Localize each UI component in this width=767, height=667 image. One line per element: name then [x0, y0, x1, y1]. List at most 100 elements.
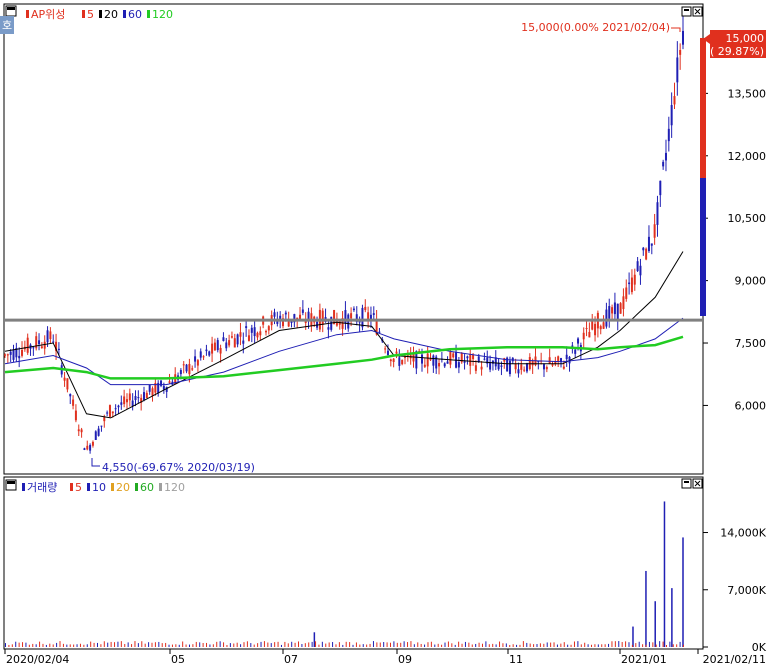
- candle-body: [21, 349, 24, 356]
- volume-bar-minor: [216, 641, 218, 647]
- volume-bar-minor: [298, 641, 300, 647]
- candle-body: [247, 335, 250, 341]
- volume-bar-minor: [100, 644, 102, 647]
- price-legend-ma-swatch: [99, 10, 102, 18]
- volume-bar-minor: [311, 641, 313, 647]
- volume-bar-minor: [621, 642, 623, 647]
- candle-body: [466, 356, 469, 359]
- candle-body: [528, 357, 531, 370]
- candle-body: [213, 342, 216, 351]
- volume-bar: [671, 588, 673, 647]
- candle-body: [12, 349, 15, 360]
- candle-body: [103, 417, 106, 422]
- volume-bar-minor: [372, 641, 374, 647]
- candle-body: [676, 57, 679, 83]
- candle-body: [469, 354, 472, 366]
- volume-bar-minor: [154, 642, 156, 647]
- volume-bar-minor: [645, 644, 647, 647]
- candle-body: [46, 330, 49, 343]
- candle-body: [636, 261, 639, 272]
- candle-body: [18, 355, 21, 359]
- current-price-bar-down: [700, 178, 706, 316]
- volume-bar-minor: [434, 644, 436, 647]
- candle-body: [667, 128, 670, 142]
- volume-bar-minor: [376, 642, 378, 647]
- candle-body: [395, 351, 398, 354]
- volume-bar-minor: [454, 644, 456, 647]
- price-tick-label: 7,500: [735, 337, 767, 350]
- candle-body: [432, 355, 435, 366]
- candle-body: [6, 354, 9, 356]
- candle-body: [664, 152, 667, 161]
- volume-bar-minor: [233, 643, 235, 647]
- maximize-button[interactable]: [681, 6, 692, 17]
- volume-bar-minor: [25, 642, 27, 647]
- candle-body: [585, 328, 588, 330]
- candle-body: [350, 313, 353, 319]
- volume-bar-minor: [284, 641, 286, 647]
- volume-bar-minor: [93, 642, 95, 647]
- candle-body: [656, 202, 659, 225]
- candle-body: [659, 180, 662, 196]
- volume-maximize-button[interactable]: [681, 478, 692, 489]
- candle-body: [97, 428, 100, 436]
- volume-bar-minor: [512, 644, 514, 647]
- volume-bar-minor: [236, 642, 238, 647]
- candle-body: [216, 340, 219, 351]
- volume-bar-minor: [301, 644, 303, 647]
- candle-body: [372, 313, 375, 315]
- volume-axis: 14,000K7,000K0K: [703, 527, 767, 654]
- volume-bar-minor: [369, 643, 371, 647]
- candle-body: [143, 392, 146, 400]
- volume-bar-minor: [536, 644, 538, 647]
- volume-bar-minor: [488, 644, 490, 647]
- volume-bar-minor: [679, 641, 681, 647]
- volume-bar-minor: [543, 643, 545, 647]
- volume-bar-minor: [11, 644, 13, 647]
- time-tick-label: 09: [398, 653, 412, 666]
- candle-body: [508, 360, 511, 375]
- volume-bar-minor: [584, 642, 586, 647]
- candle-body: [679, 49, 682, 55]
- candle-body: [523, 369, 526, 371]
- volume-legend-ma-label: 5: [75, 481, 82, 494]
- volume-bar-minor: [516, 644, 518, 647]
- volume-bar: [632, 626, 634, 647]
- volume-bar-minor: [349, 642, 351, 647]
- candle-body: [392, 358, 395, 362]
- candle-body: [202, 356, 205, 358]
- candle-body: [117, 405, 120, 408]
- volume-panel-frame: [3, 476, 704, 650]
- candle-body: [662, 161, 665, 167]
- candle-body: [389, 359, 392, 362]
- candle-body: [239, 332, 242, 337]
- candle-body: [525, 363, 528, 372]
- volume-bar-minor: [246, 641, 248, 647]
- candle-body: [449, 351, 452, 365]
- volume-bar-minor: [151, 642, 153, 647]
- volume-maximize-icon: [684, 481, 689, 483]
- volume-bar: [654, 601, 656, 647]
- candle-body: [446, 361, 449, 364]
- candle-body: [619, 303, 622, 314]
- volume-bar-minor: [495, 644, 497, 647]
- volume-bar-minor: [499, 641, 501, 647]
- price-legend-name: AP위성: [31, 8, 65, 21]
- candle-body: [168, 381, 171, 383]
- candle-body: [273, 312, 276, 317]
- candle-body: [236, 334, 239, 345]
- candle-body: [386, 350, 389, 356]
- volume-bar-minor: [475, 643, 477, 647]
- volume-bar-minor: [553, 642, 555, 647]
- volume-bar-minor: [556, 644, 558, 647]
- volume-bar-minor: [62, 643, 64, 647]
- candle-body: [682, 30, 684, 45]
- volume-bar-minor: [611, 641, 613, 647]
- volume-bar-minor: [192, 644, 194, 647]
- candle-body: [52, 341, 55, 343]
- candle-body: [77, 429, 80, 432]
- volume-bar-minor: [417, 642, 419, 647]
- volume-bar-minor: [202, 643, 204, 647]
- candle-body: [625, 287, 628, 299]
- volume-bar-minor: [59, 641, 61, 647]
